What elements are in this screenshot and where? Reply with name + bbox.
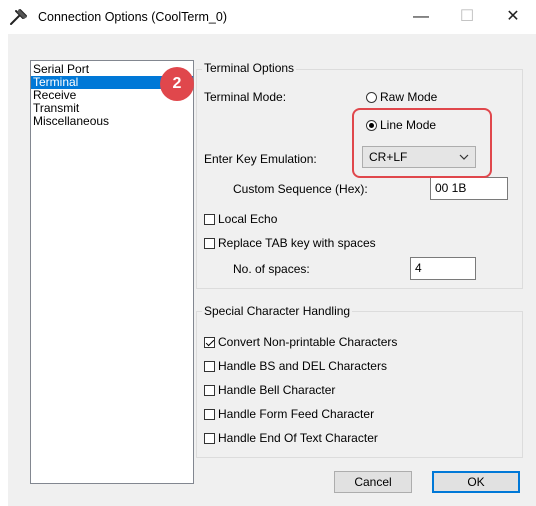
- maximize-button[interactable]: ☐: [444, 0, 490, 34]
- handle-end-of-text-checkbox[interactable]: Handle End Of Text Character: [204, 431, 378, 445]
- enter-key-label: Enter Key Emulation:: [204, 152, 317, 166]
- nav-item-miscellaneous[interactable]: Miscellaneous: [31, 115, 193, 128]
- radio-raw-mode[interactable]: [366, 92, 377, 103]
- custom-sequence-input[interactable]: 00 1B: [430, 177, 508, 200]
- raw-mode-radio[interactable]: Raw Mode: [366, 90, 437, 104]
- terminal-options-label: Terminal Options: [202, 61, 297, 75]
- minimize-button[interactable]: —: [398, 0, 444, 34]
- handle-bell-checkbox[interactable]: Handle Bell Character: [204, 383, 335, 397]
- spaces-label: No. of spaces:: [233, 262, 310, 276]
- window-title: Connection Options (CoolTerm_0): [38, 10, 227, 24]
- checkbox-convert-nonprintable[interactable]: [204, 337, 215, 348]
- handle-bs-del-checkbox[interactable]: Handle BS and DEL Characters: [204, 359, 387, 373]
- convert-nonprintable-checkbox[interactable]: Convert Non-printable Characters: [204, 335, 397, 349]
- checkbox-handle-end-of-text[interactable]: [204, 433, 215, 444]
- cancel-button[interactable]: Cancel: [334, 471, 412, 493]
- spaces-input[interactable]: 4: [410, 257, 476, 280]
- close-button[interactable]: ✕: [490, 0, 536, 34]
- local-echo-checkbox[interactable]: Local Echo: [204, 212, 277, 226]
- custom-sequence-label: Custom Sequence (Hex):: [233, 182, 368, 196]
- checkbox-handle-bell[interactable]: [204, 385, 215, 396]
- handle-form-feed-checkbox[interactable]: Handle Form Feed Character: [204, 407, 374, 421]
- step-badge: 2: [160, 67, 194, 101]
- special-chars-label: Special Character Handling: [202, 304, 353, 318]
- terminal-mode-label: Terminal Mode:: [204, 90, 287, 104]
- checkbox-handle-form-feed[interactable]: [204, 409, 215, 420]
- category-list[interactable]: Serial Port Terminal Receive Transmit Mi…: [30, 60, 194, 484]
- replace-tab-checkbox[interactable]: Replace TAB key with spaces: [204, 236, 376, 250]
- app-icon: [10, 9, 27, 25]
- ok-button[interactable]: OK: [432, 471, 520, 493]
- title-bar: Connection Options (CoolTerm_0) — ☐ ✕: [0, 0, 536, 34]
- checkbox-local-echo[interactable]: [204, 214, 215, 225]
- annotation-highlight-box: [352, 108, 492, 178]
- checkbox-handle-bs-del[interactable]: [204, 361, 215, 372]
- checkbox-replace-tab[interactable]: [204, 238, 215, 249]
